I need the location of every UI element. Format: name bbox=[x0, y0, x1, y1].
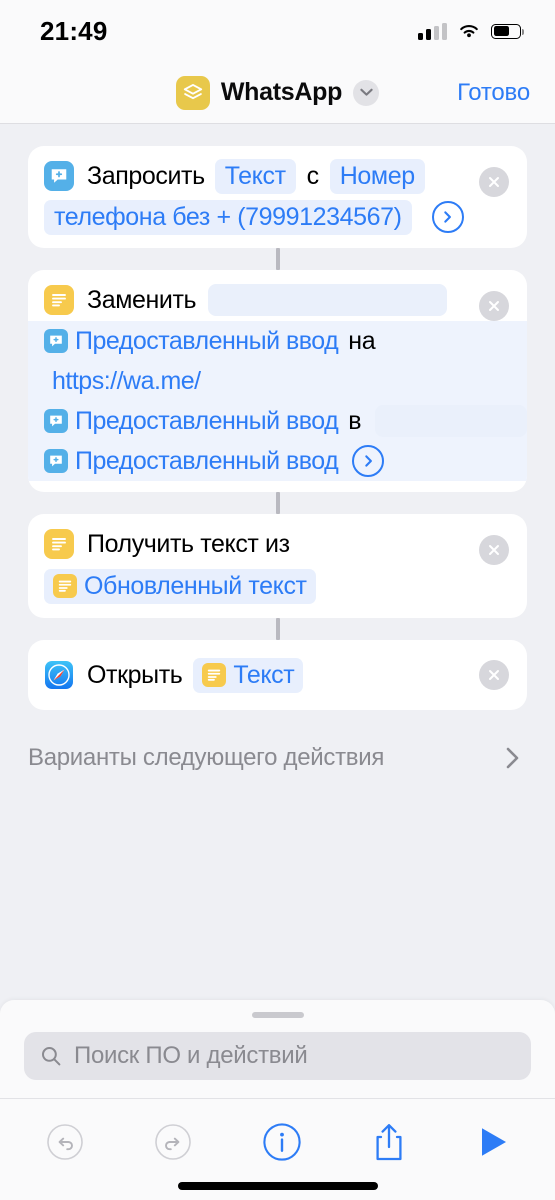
status-bar-indicators bbox=[418, 22, 525, 40]
shortcuts-layers-icon bbox=[175, 75, 210, 110]
shortcut-title-group[interactable]: WhatsApp bbox=[175, 75, 380, 110]
replace-find-field[interactable] bbox=[208, 284, 447, 316]
next-action-options-label: Варианты следующего действия bbox=[28, 744, 385, 771]
navigation-bar: WhatsApp Готово bbox=[0, 62, 555, 124]
magic-variable-provided-input[interactable]: Предоставленный ввод bbox=[44, 446, 339, 476]
action-joiner-word: с bbox=[306, 161, 320, 190]
action-title: Заменить bbox=[87, 285, 197, 314]
magic-variable-provided-input[interactable]: Предоставленный ввод bbox=[44, 326, 339, 356]
action-card-get-text-from[interactable]: Получить текст из Обновленный текст bbox=[28, 514, 527, 618]
replace-param-row: Предоставленный ввод на bbox=[28, 321, 527, 361]
ask-input-bubble-icon bbox=[44, 409, 68, 433]
play-icon bbox=[482, 1128, 506, 1156]
page-title: WhatsApp bbox=[220, 78, 343, 106]
chevron-right-icon[interactable] bbox=[505, 744, 521, 772]
workflow-list: Запросить Текст с Номер телефона без + (… bbox=[0, 124, 555, 710]
safari-compass-icon bbox=[44, 660, 74, 690]
action-connector-line bbox=[275, 618, 280, 640]
ask-input-bubble-icon bbox=[44, 329, 68, 353]
expand-action-arrow-button[interactable] bbox=[352, 445, 385, 477]
ask-input-bubble-icon bbox=[44, 161, 74, 191]
text-lines-icon bbox=[44, 285, 74, 315]
action-prompt-row: телефона без + (79991234567) bbox=[28, 197, 527, 237]
remove-action-button[interactable] bbox=[479, 167, 509, 197]
remove-action-button[interactable] bbox=[479, 660, 509, 690]
action-title: Получить текст из bbox=[87, 529, 290, 558]
action-card-replace-text[interactable]: Заменить Предоставленный ввод на https:/… bbox=[28, 270, 527, 492]
remove-action-button[interactable] bbox=[479, 535, 509, 565]
action-card-open-url[interactable]: Открыть Текст bbox=[28, 640, 527, 710]
prompt-token-line1[interactable]: Номер bbox=[329, 158, 425, 194]
action-header-row: Открыть Текст bbox=[28, 654, 527, 696]
home-indicator bbox=[177, 1182, 378, 1190]
magic-variable-label: Предоставленный ввод bbox=[75, 446, 339, 475]
replace-in-field[interactable] bbox=[375, 405, 527, 437]
status-bar: 21:49 bbox=[0, 0, 555, 62]
replace-source-row: Предоставленный ввод bbox=[28, 441, 527, 481]
action-connector-line bbox=[275, 248, 280, 270]
magic-variable-label: Предоставленный ввод bbox=[75, 326, 339, 355]
wifi-icon bbox=[460, 25, 478, 38]
redo-button[interactable] bbox=[154, 1123, 192, 1166]
text-lines-icon bbox=[44, 529, 74, 559]
magic-variable-text[interactable]: Текст bbox=[193, 657, 304, 693]
replace-target-row: Предоставленный ввод в bbox=[28, 401, 527, 441]
action-connector-line bbox=[275, 492, 280, 514]
battery-icon bbox=[491, 23, 525, 39]
text-lines-icon bbox=[202, 663, 227, 687]
remove-action-button[interactable] bbox=[479, 291, 509, 321]
expand-action-arrow-button[interactable] bbox=[431, 201, 464, 233]
text-lines-icon bbox=[53, 574, 77, 598]
chevron-down-icon[interactable] bbox=[353, 79, 380, 106]
bottom-sheet-panel: Поиск ПО и действий bbox=[0, 1000, 555, 1200]
cellular-signal-icon bbox=[418, 22, 447, 40]
share-button[interactable] bbox=[371, 1121, 407, 1168]
info-button[interactable] bbox=[262, 1122, 302, 1167]
action-header-row: Запросить Текст с Номер bbox=[28, 155, 527, 197]
magic-variable-updated-text[interactable]: Обновленный текст bbox=[44, 568, 316, 604]
run-button[interactable] bbox=[477, 1124, 509, 1165]
action-title: Открыть bbox=[87, 660, 183, 689]
action-card-ask-for-input[interactable]: Запросить Текст с Номер телефона без + (… bbox=[28, 146, 527, 248]
search-input[interactable]: Поиск ПО и действий bbox=[74, 1042, 308, 1070]
ask-input-bubble-icon bbox=[44, 449, 68, 473]
action-param-row: Обновленный текст bbox=[28, 565, 527, 607]
action-header-row: Получить текст из bbox=[28, 523, 527, 565]
replace-joiner-word: в bbox=[348, 406, 362, 435]
replace-with-value-row[interactable]: https://wa.me/ bbox=[28, 361, 527, 401]
status-bar-time: 21:49 bbox=[40, 15, 108, 46]
search-bar[interactable]: Поиск ПО и действий bbox=[24, 1032, 531, 1080]
search-icon bbox=[41, 1046, 61, 1066]
magic-variable-label: Обновленный текст bbox=[84, 571, 307, 600]
action-header-row: Заменить bbox=[28, 279, 527, 321]
magic-variable-label: Предоставленный ввод bbox=[75, 406, 339, 435]
replace-joiner-word: на bbox=[348, 326, 376, 355]
undo-button[interactable] bbox=[46, 1123, 84, 1166]
magic-variable-label: Текст bbox=[233, 660, 295, 689]
done-button[interactable]: Готово bbox=[457, 79, 530, 107]
action-title: Запросить bbox=[87, 161, 205, 190]
search-container: Поиск ПО и действий bbox=[0, 1018, 555, 1098]
magic-variable-provided-input[interactable]: Предоставленный ввод bbox=[44, 406, 339, 436]
next-action-options-row[interactable]: Варианты следующего действия bbox=[0, 710, 555, 772]
bottom-toolbar bbox=[0, 1098, 555, 1176]
replacement-url-value[interactable]: https://wa.me/ bbox=[44, 367, 201, 396]
parameter-type-token[interactable]: Текст bbox=[214, 158, 296, 194]
prompt-token-line2[interactable]: телефона без + (79991234567) bbox=[44, 199, 412, 235]
